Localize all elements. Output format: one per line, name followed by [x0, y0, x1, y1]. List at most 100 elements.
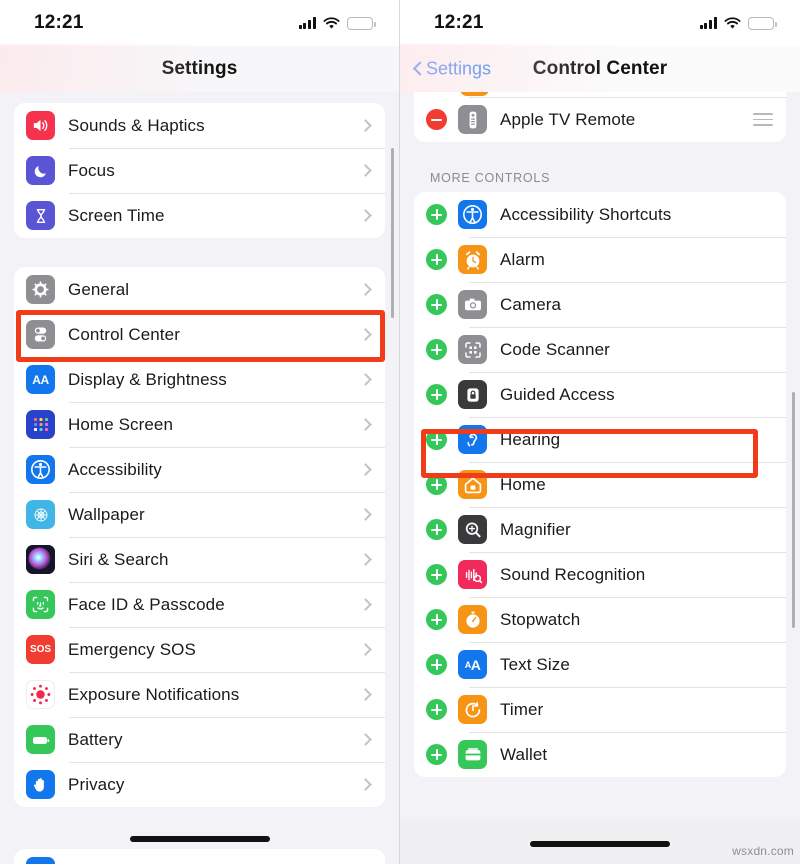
add-control-button[interactable]	[426, 564, 447, 585]
left-scroll-area[interactable]: Sounds & Haptics Focus Screen Time Gener…	[0, 92, 399, 864]
sidebar-item-battery[interactable]: Battery	[14, 717, 385, 762]
status-bar-time: 12:21	[34, 12, 84, 33]
battery-icon	[748, 16, 777, 30]
reorder-handle-icon[interactable]	[753, 113, 773, 126]
list-item-timer[interactable]: Timer	[414, 687, 786, 732]
list-item-accessibility-shortcuts[interactable]: Accessibility Shortcuts	[414, 192, 786, 237]
sidebar-item-exposure-notifications[interactable]: Exposure Notifications	[14, 672, 385, 717]
list-item-label: Accessibility Shortcuts	[500, 204, 672, 224]
left-status-bar: 12:21	[0, 0, 399, 46]
list-item-wallet[interactable]: Wallet	[414, 732, 786, 777]
chevron-right-icon	[364, 778, 372, 791]
sidebar-item-label: Screen Time	[68, 205, 165, 225]
sidebar-item-label: General	[68, 279, 130, 299]
general-gear-icon	[26, 275, 55, 304]
add-control-button[interactable]	[426, 429, 447, 450]
list-item-magnifier[interactable]: Magnifier	[414, 507, 786, 552]
sidebar-item-screen-time[interactable]: Screen Time	[14, 193, 385, 238]
right-scroll-area[interactable]: Apple TV Remote MORE CONTROLS Accessibil…	[400, 92, 800, 864]
remove-control-button[interactable]	[426, 109, 447, 130]
wifi-icon	[724, 16, 741, 30]
sidebar-item-emergency-sos[interactable]: SOS Emergency SOS	[14, 627, 385, 672]
add-control-button[interactable]	[426, 384, 447, 405]
sidebar-item-control-center[interactable]: Control Center	[14, 312, 385, 357]
sidebar-item-home-screen[interactable]: Home Screen	[14, 402, 385, 447]
settings-group-sounds: Sounds & Haptics Focus Screen Time	[14, 103, 385, 238]
focus-icon	[26, 156, 55, 185]
add-control-button[interactable]	[426, 654, 447, 675]
add-control-button[interactable]	[426, 249, 447, 270]
sidebar-item-privacy[interactable]: Privacy	[14, 762, 385, 807]
sidebar-item-label: Siri & Search	[68, 549, 169, 569]
stopwatch-icon	[458, 605, 487, 634]
sidebar-item-wallpaper[interactable]: Wallpaper	[14, 492, 385, 537]
alarm-icon	[458, 245, 487, 274]
list-item-text-size[interactable]: AA Text Size	[414, 642, 786, 687]
add-control-button[interactable]	[426, 294, 447, 315]
text-size-icon: AA	[458, 650, 487, 679]
face-id-icon	[26, 590, 55, 619]
left-phone-screen: 12:21 Settings Sounds & Haptics Focus Sc…	[0, 0, 400, 864]
list-item-label: Wallet	[500, 744, 548, 764]
add-control-button[interactable]	[426, 204, 447, 225]
chevron-right-icon	[364, 643, 372, 656]
sidebar-item-face-id-passcode[interactable]: Face ID & Passcode	[14, 582, 385, 627]
chevron-right-icon	[364, 553, 372, 566]
back-button[interactable]: Settings	[414, 59, 491, 80]
add-control-button[interactable]	[426, 339, 447, 360]
sidebar-item-general[interactable]: General	[14, 267, 385, 312]
list-item-label: Code Scanner	[500, 339, 610, 359]
add-control-button[interactable]	[426, 609, 447, 630]
add-control-button[interactable]	[426, 744, 447, 765]
list-item-label: Magnifier	[500, 519, 571, 539]
accessibility-shortcuts-icon	[458, 200, 487, 229]
add-control-button[interactable]	[426, 519, 447, 540]
list-item-code-scanner[interactable]: Code Scanner	[414, 327, 786, 372]
chevron-right-icon	[364, 418, 372, 431]
sidebar-item-siri-search[interactable]: Siri & Search	[14, 537, 385, 582]
home-screen-icon	[26, 410, 55, 439]
camera-icon	[458, 290, 487, 319]
chevron-right-icon	[364, 463, 372, 476]
left-scrollbar[interactable]	[391, 148, 394, 318]
list-item-stopwatch[interactable]: Stopwatch	[414, 597, 786, 642]
chevron-right-icon	[364, 283, 372, 296]
settings-group-store: App Store	[14, 849, 385, 864]
list-item-hearing[interactable]: Hearing	[414, 417, 786, 462]
list-item-label: Guided Access	[500, 384, 615, 404]
sidebar-item-label: Privacy	[68, 774, 125, 794]
chevron-right-icon	[364, 209, 372, 222]
wallet-icon	[458, 740, 487, 769]
sidebar-item-accessibility[interactable]: Accessibility	[14, 447, 385, 492]
chevron-right-icon	[364, 164, 372, 177]
cellular-signal-icon	[298, 17, 316, 29]
list-item-alarm[interactable]: Alarm	[414, 237, 786, 282]
chevron-right-icon	[364, 508, 372, 521]
app-store-icon	[26, 857, 55, 864]
chevron-right-icon	[364, 688, 372, 701]
add-control-button[interactable]	[426, 474, 447, 495]
siri-search-icon	[26, 545, 55, 574]
list-item-label: Text Size	[500, 654, 570, 674]
apple-tv-remote-icon	[458, 105, 487, 134]
page-title: Settings	[161, 58, 238, 79]
list-item-apple-tv-remote[interactable]: Apple TV Remote	[414, 97, 786, 142]
sidebar-item-label: Display & Brightness	[68, 369, 227, 389]
list-item-camera[interactable]: Camera	[414, 282, 786, 327]
sidebar-item-sounds-haptics[interactable]: Sounds & Haptics	[14, 103, 385, 148]
right-scrollbar[interactable]	[792, 392, 795, 628]
emergency-sos-icon: SOS	[26, 635, 55, 664]
list-item-home[interactable]: Home	[414, 462, 786, 507]
wifi-icon	[323, 16, 340, 30]
home-icon	[458, 470, 487, 499]
sidebar-item-display-brightness[interactable]: AA Display & Brightness	[14, 357, 385, 402]
list-item-sound-recognition[interactable]: Sound Recognition	[414, 552, 786, 597]
home-indicator	[530, 841, 670, 847]
top-spacer	[0, 92, 399, 103]
sidebar-item-focus[interactable]: Focus	[14, 148, 385, 193]
list-item-guided-access[interactable]: Guided Access	[414, 372, 786, 417]
status-bar-time: 12:21	[434, 12, 484, 33]
add-control-button[interactable]	[426, 699, 447, 720]
sidebar-item-app-store[interactable]: App Store	[14, 849, 385, 864]
